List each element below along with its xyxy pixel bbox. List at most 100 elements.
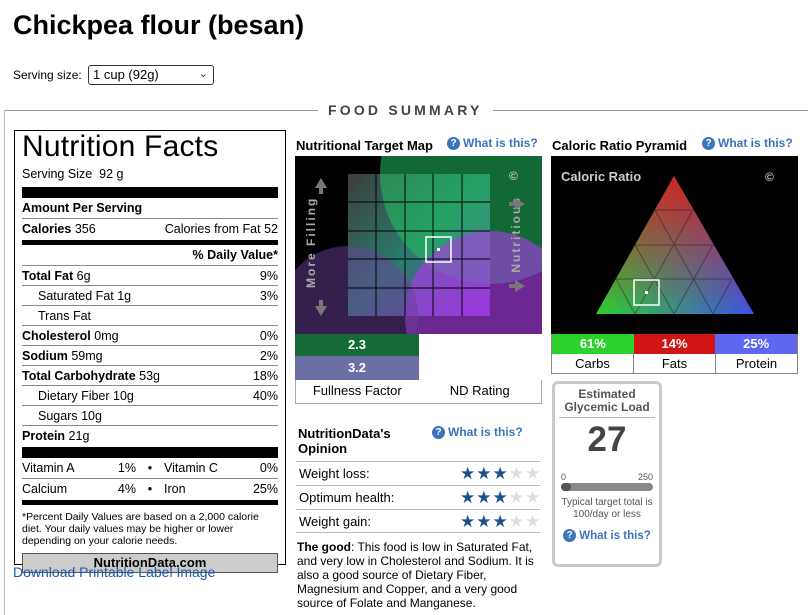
nutrient-row: Trans Fat — [22, 305, 278, 325]
question-icon: ? — [702, 136, 715, 150]
nutrient-row: Total Fat 6g 9% — [22, 265, 278, 285]
glycemic-bar-fill — [561, 483, 572, 491]
carbs-label: Carbs — [575, 356, 610, 371]
question-icon: ? — [447, 136, 460, 150]
calories-label: Calories — [22, 221, 72, 236]
star-icon: ★ — [460, 464, 476, 483]
pyramid-what-is-link[interactable]: ? What is this? — [702, 136, 793, 150]
serving-size-row: Serving Size 92 g — [22, 163, 278, 185]
opinion-row: Optimum health: ★ ★ ★ ★ ★ — [296, 485, 540, 509]
nutrient-name: Protein — [22, 428, 66, 443]
question-icon: ? — [432, 425, 445, 439]
star-icon: ★ — [492, 488, 508, 507]
serving-size-selected: 1 cup (92g) — [93, 67, 159, 82]
nutrient-name: Sugars — [38, 408, 78, 423]
opinion-label: Weight loss: — [299, 466, 370, 481]
vitamin-dv-2: 25% — [252, 481, 278, 496]
nutrient-daily-value: 3% — [259, 288, 278, 303]
amount-per-serving: Amount Per Serving — [22, 198, 278, 218]
serving-size-text: Serving Size 92 g — [22, 167, 123, 181]
thick-divider — [22, 187, 278, 198]
daily-value-header: % Daily Value* — [22, 245, 278, 265]
target-map-what-is-text: What is this? — [463, 136, 538, 150]
vitamin-name: Vitamin A — [22, 461, 75, 475]
the-good-text: The good: This food is low in Saturated … — [297, 540, 537, 610]
opinion-row: Weight gain: ★ ★ ★ ★ ★ — [296, 509, 540, 533]
nutrient-name: Trans Fat — [38, 308, 92, 323]
opinion-what-is-text: What is this? — [448, 425, 523, 439]
vitamin-name-2: Vitamin C — [164, 461, 218, 475]
opinion-what-is-link[interactable]: ? What is this? — [432, 425, 523, 439]
nutrient-amount: 6g — [76, 268, 91, 283]
more-filling-label: More Filling — [304, 197, 318, 288]
caloric-ratio-table: 61% 14% 25% Carbs Fats Protein — [551, 334, 798, 374]
star-rating: ★ ★ ★ ★ ★ — [460, 513, 540, 530]
question-icon: ? — [563, 529, 577, 542]
star-rating: ★ ★ ★ ★ ★ — [460, 489, 540, 506]
target-map: More Filling Nutritious © — [295, 156, 542, 334]
the-good-label: The good — [297, 540, 351, 554]
protein-percent: 25% — [715, 334, 798, 354]
serving-size-select[interactable]: 1 cup (92g) ⌄ — [88, 65, 214, 85]
star-icon: ★ — [525, 464, 541, 483]
nutrient-amount: 53g — [139, 368, 161, 383]
calories-value: 356 — [74, 221, 96, 236]
fats-percent: 14% — [633, 334, 716, 354]
star-icon: ★ — [525, 488, 541, 507]
vitamin-dv-2: 0% — [259, 461, 278, 475]
calories-from-fat-value: 52 — [264, 221, 278, 236]
calories-row: Calories 356 Calories from Fat 52 — [22, 218, 278, 238]
star-icon: ★ — [525, 511, 541, 531]
chevron-down-icon: ⌄ — [198, 68, 208, 80]
nutrient-amount: 10g — [81, 408, 102, 423]
nutrient-row: Protein 21g — [22, 425, 278, 445]
nd-rating-label: ND Rating — [449, 383, 510, 398]
footnote: *Percent Daily Values are based on a 2,0… — [22, 511, 259, 547]
star-icon: ★ — [492, 464, 508, 483]
nutrient-amount: 0mg — [94, 328, 119, 343]
target-map-heading: Nutritional Target Map — [296, 138, 433, 153]
glycemic-scale-max: 250 — [637, 472, 653, 482]
nutrition-facts-title: Nutrition Facts — [22, 130, 219, 163]
nutrient-row: Saturated Fat 1g 3% — [22, 285, 278, 305]
star-icon: ★ — [476, 464, 492, 483]
download-label-link[interactable]: Download Printable Label Image — [13, 564, 215, 580]
star-rating: ★ ★ ★ ★ ★ — [460, 465, 540, 482]
nutrient-name: Cholesterol — [22, 328, 91, 343]
fats-label: Fats — [633, 354, 715, 374]
glycemic-scale-min: 0 — [561, 472, 567, 482]
glycemic-load-box: Estimated Glycemic Load 27 0 250 Typical… — [552, 381, 662, 567]
fullness-factor-label: Fullness Factor — [312, 383, 402, 398]
star-icon: ★ — [460, 511, 476, 531]
star-icon: ★ — [476, 488, 492, 507]
star-icon: ★ — [508, 488, 524, 507]
nutrient-row: Cholesterol 0mg 0% — [22, 325, 278, 345]
nutrient-row: Total Carbohydrate 53g 18% — [22, 365, 278, 385]
serving-size-row-value: 92 g — [99, 167, 124, 181]
amount-per-serving-label: Amount Per Serving — [22, 201, 143, 215]
glycemic-note: Typical target total is 100/day or less — [561, 497, 653, 520]
star-icon: ★ — [508, 511, 524, 531]
nutrient-amount: 21g — [68, 428, 90, 443]
nutrient-daily-value: 2% — [259, 348, 278, 363]
caloric-ratio-pyramid: Caloric Ratio © — [551, 156, 798, 334]
star-icon: ★ — [476, 511, 492, 531]
nd-rating-bar: 3.2 — [295, 356, 419, 380]
nutrition-facts-label: Nutrition Facts Serving Size 92 g Amount… — [14, 130, 286, 573]
serving-size-row-label: Serving Size — [22, 167, 93, 181]
opinion-table: Weight loss: ★ ★ ★ ★ ★ Optimum health: ★ ★ ★ ★ ★ Wei… — [296, 461, 540, 533]
glycemic-what-is-link[interactable]: ? What is this? — [559, 529, 655, 542]
nutrient-row: Sodium 59mg 2% — [22, 345, 278, 365]
star-icon: ★ — [460, 488, 476, 507]
target-map-labels: Fullness Factor ND Rating — [295, 380, 542, 404]
nutrient-amount: 59mg — [71, 348, 103, 363]
glycemic-scale: 0 250 — [559, 472, 655, 482]
nutrient-amount: 1g — [117, 288, 132, 303]
nutrient-row: Sugars 10g — [22, 405, 278, 425]
protein-label: Protein — [715, 354, 797, 374]
target-map-what-is-link[interactable]: ? What is this? — [447, 136, 538, 150]
thick-divider — [22, 447, 278, 458]
opinion-label: Optimum health: — [299, 490, 395, 505]
opinion-label: Weight gain: — [299, 513, 372, 529]
medium-divider — [22, 500, 278, 505]
